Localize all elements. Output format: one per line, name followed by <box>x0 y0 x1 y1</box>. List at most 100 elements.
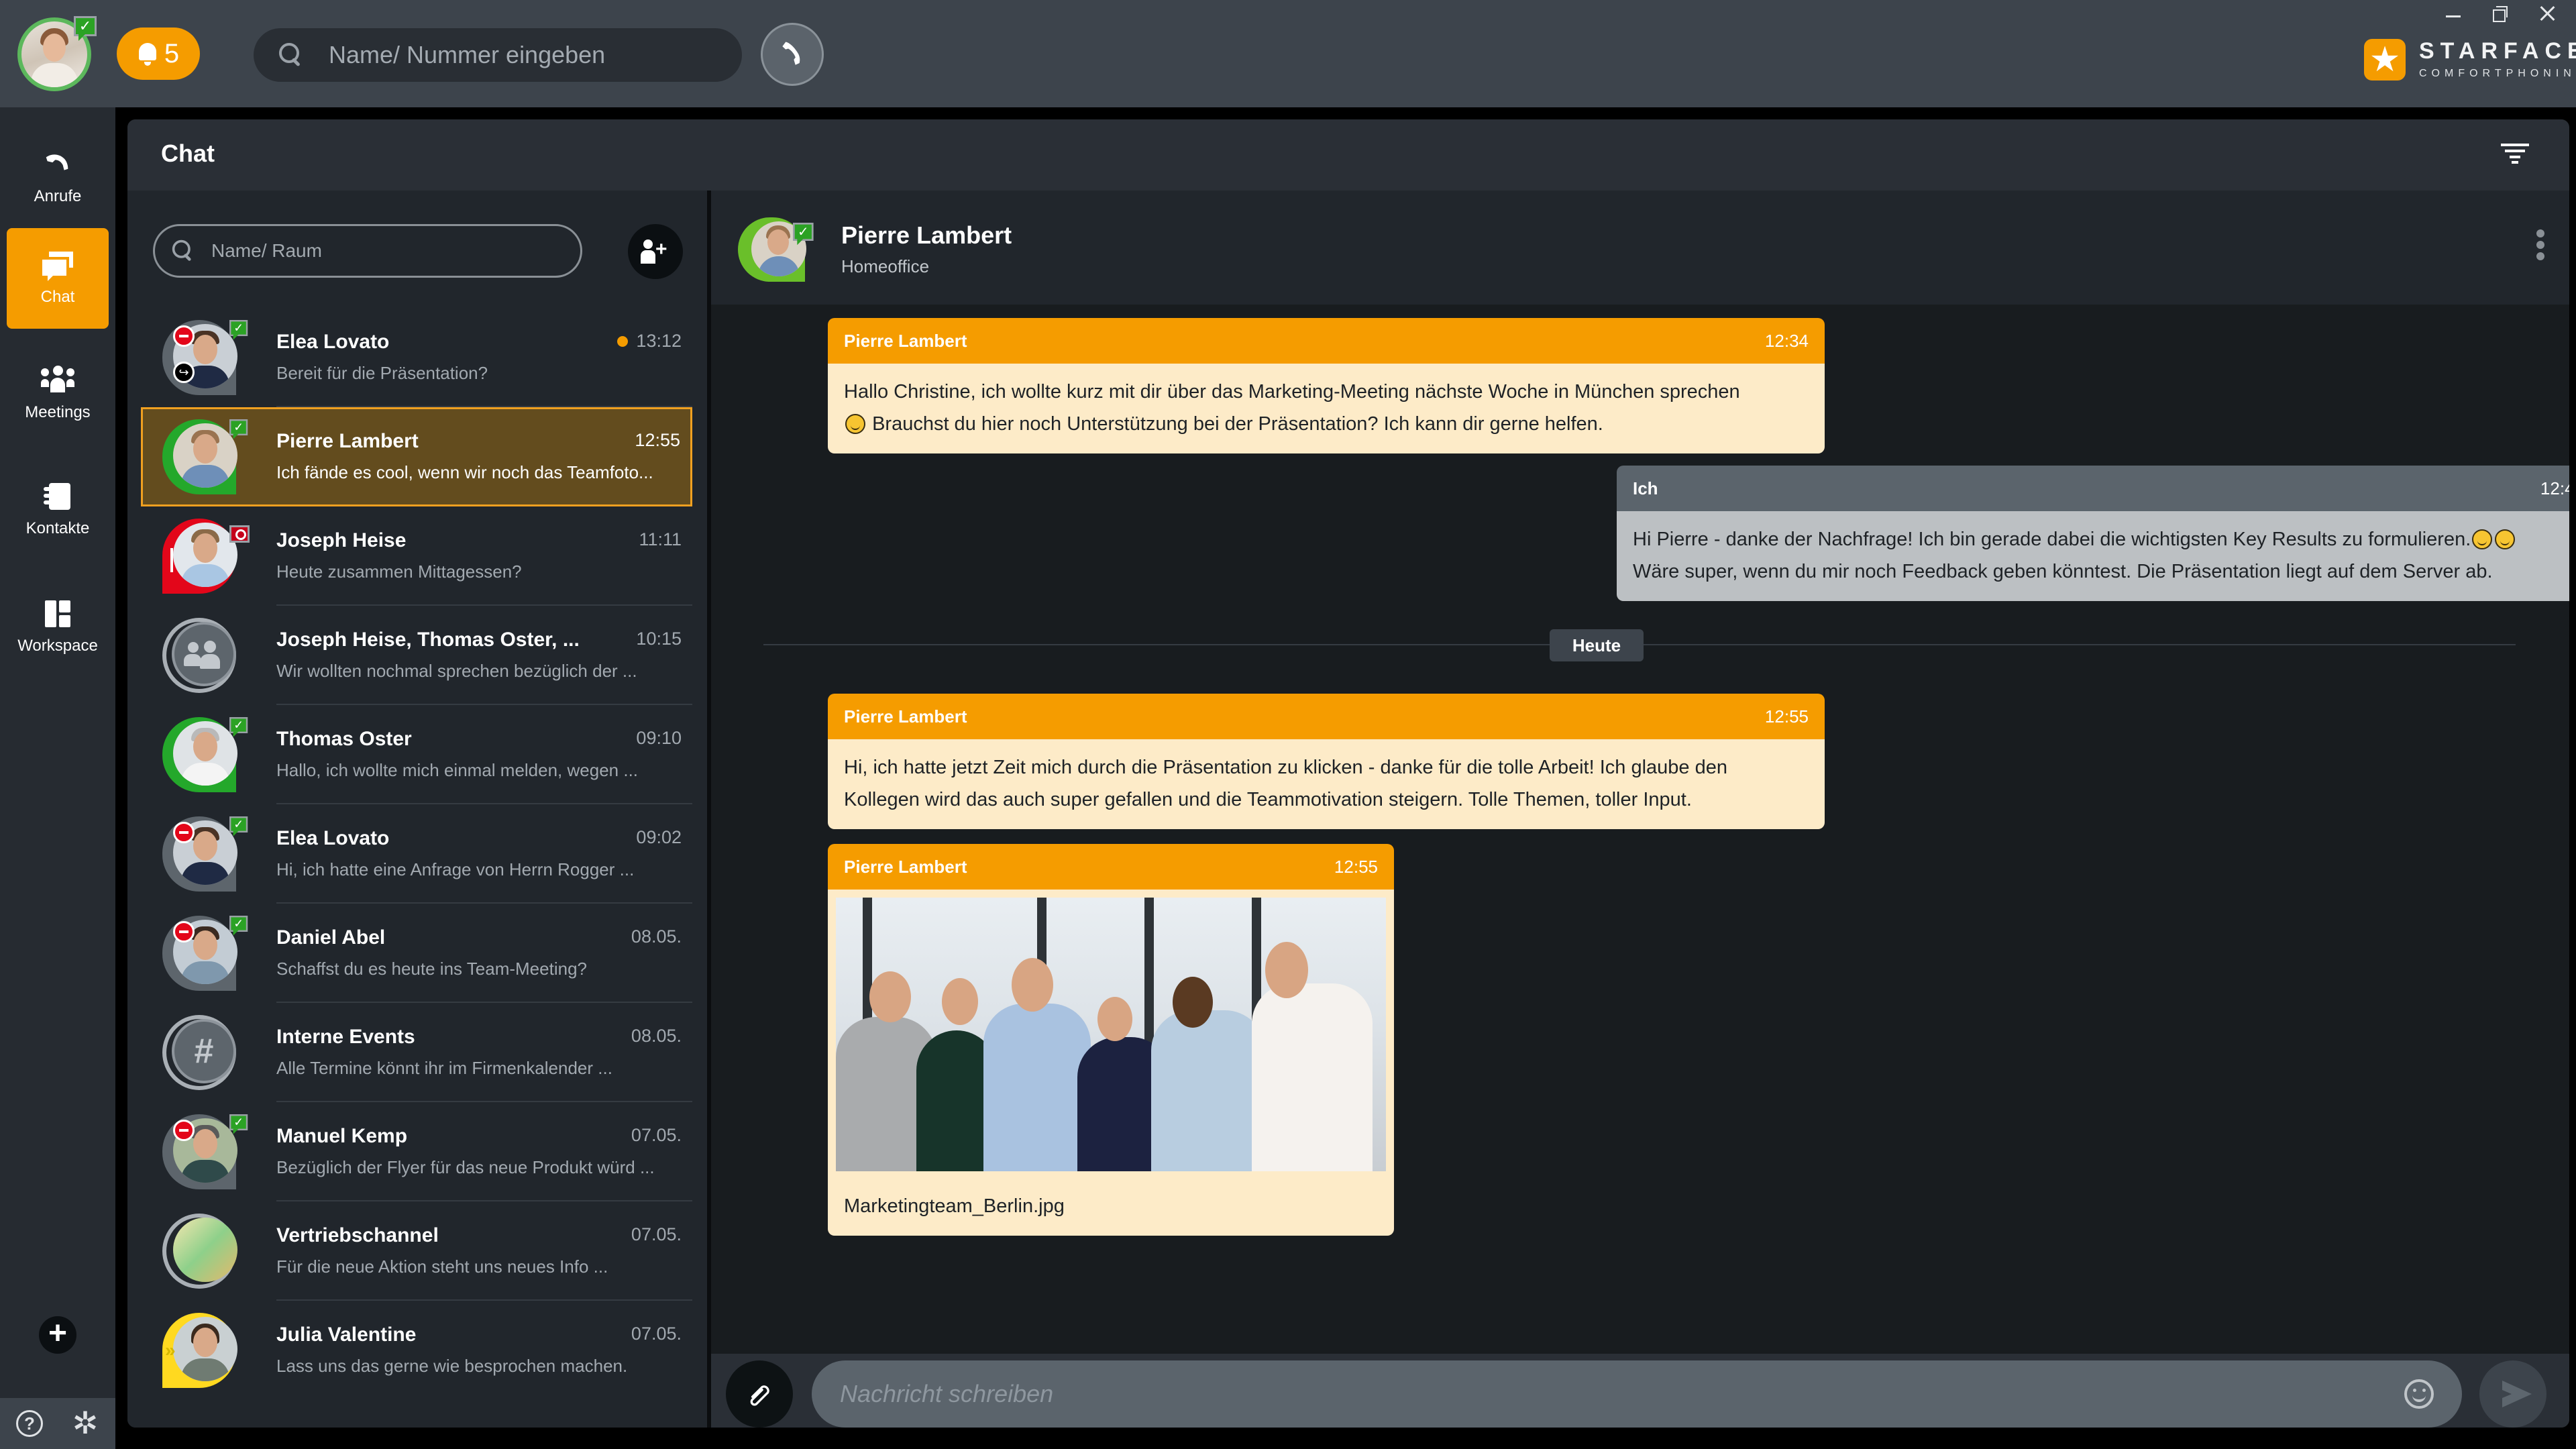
available-status-icon: ✓ <box>229 916 248 936</box>
nav-label: Chat <box>40 288 75 306</box>
minimize-icon[interactable] <box>2446 5 2462 21</box>
conversation-name: Elea Lovato <box>276 331 390 353</box>
nav-label: Workspace <box>17 637 98 655</box>
group-icon <box>172 622 236 686</box>
restore-icon[interactable] <box>2493 5 2509 22</box>
conversation-search[interactable] <box>153 224 582 278</box>
conversation-view: ✓ Pierre Lambert Homeoffice Pierre Lambe… <box>711 191 2569 1428</box>
conversation-item-selected[interactable]: ✓ Pierre Lambert 12:55 Ich fände es cool… <box>141 407 692 506</box>
call-button[interactable] <box>761 23 824 86</box>
message-time: 12:47 <box>2540 478 2569 498</box>
call-forward-icon: ↪ <box>173 362 195 383</box>
emoji-picker-icon[interactable] <box>2404 1379 2434 1409</box>
message-text: Hi, ich hatte jetzt Zeit mich durch die … <box>844 757 1727 778</box>
available-status-icon: ✓ <box>229 717 248 737</box>
avatar: ✓ <box>162 717 248 792</box>
conversation-item[interactable]: Vertriebschannel 07.05. Für die neue Akt… <box>127 1201 707 1301</box>
available-status-icon: ✓ <box>229 816 248 837</box>
message-input-wrapper[interactable] <box>812 1360 2462 1428</box>
message-bubble: Pierre Lambert 12:34 Hallo Christine, ich… <box>828 318 1825 453</box>
conversation-name: Elea Lovato <box>276 827 390 849</box>
conversation-name: Julia Valentine <box>276 1324 417 1346</box>
help-icon[interactable]: ? <box>16 1410 43 1437</box>
nav-label: Anrufe <box>34 187 82 205</box>
image-message-bubble: Pierre Lambert 12:55 Marketingteam_Berli… <box>828 844 1394 1236</box>
conversation-item[interactable]: # Interne Events 08.05. Alle Termine kön… <box>127 1003 707 1102</box>
nav-kontakte[interactable]: Kontakte <box>7 460 109 560</box>
sweat-smile-emoji-icon <box>2472 529 2493 549</box>
conversation-item[interactable]: Joseph Heise, Thomas Oster, ... 10:15 Wi… <box>127 606 707 705</box>
conversation-item[interactable]: ↪ ✓ Elea Lovato 13:12 Bereit für die Prä… <box>127 308 707 407</box>
message-bubble: Pierre Lambert 12:55 Hi, ich hatte jetzt … <box>828 694 1825 829</box>
message-input[interactable] <box>840 1380 2383 1408</box>
message-time: 12:55 <box>1764 706 1809 727</box>
add-button[interactable]: + <box>39 1316 76 1354</box>
nav-workspace[interactable]: Workspace <box>7 577 109 678</box>
avatar: ✓ <box>162 1114 248 1189</box>
avatar <box>162 1214 248 1289</box>
message-text: Kollegen wird das auch super gefallen un… <box>844 789 1692 810</box>
avatar: » <box>162 1313 248 1388</box>
conversation-name: Joseph Heise <box>276 529 407 551</box>
star-logo-icon: ★ <box>2364 39 2406 80</box>
meetings-icon <box>41 366 74 396</box>
message-sender: Pierre Lambert <box>844 706 967 727</box>
conversation-preview: Alle Termine könnt ihr im Firmenkalender… <box>276 1058 612 1078</box>
conversation-time: 09:02 <box>636 827 682 847</box>
search-icon <box>279 43 303 67</box>
avatar <box>162 519 250 594</box>
conversation-item[interactable]: ✓ Thomas Oster 09:10 Hallo, ich wollte m… <box>127 705 707 804</box>
conversation-name: Thomas Oster <box>276 728 412 750</box>
close-icon[interactable] <box>2540 5 2556 21</box>
avatar: ✓ <box>162 419 248 494</box>
send-button[interactable] <box>2479 1360 2546 1428</box>
available-status-icon: ✓ <box>229 1114 248 1134</box>
peer-avatar[interactable]: ✓ <box>738 217 825 284</box>
chat-panel: Chat + ↪ ✓ Elea Lovato 13: <box>127 119 2569 1428</box>
conversation-name: Pierre Lambert <box>276 430 419 452</box>
global-search[interactable] <box>254 28 742 82</box>
conversation-item[interactable]: ✓ Daniel Abel 08.05. Schaffst du es heut… <box>127 904 707 1003</box>
conversation-item[interactable]: ✓ Manuel Kemp 07.05. Bezüglich der Flyer… <box>127 1102 707 1201</box>
name-number-input[interactable] <box>329 41 704 69</box>
unread-indicator <box>617 335 629 347</box>
more-options-icon[interactable] <box>2536 229 2545 260</box>
page-title: Chat <box>161 140 215 167</box>
do-not-disturb-icon <box>173 325 195 347</box>
conversation-preview: Bezüglich der Flyer für das neue Produkt… <box>276 1157 655 1177</box>
attach-button[interactable] <box>726 1360 793 1428</box>
available-status-icon: ✓ <box>229 320 248 340</box>
gear-icon[interactable]: ✲ <box>70 1407 101 1438</box>
avatar: ✓ <box>162 916 248 991</box>
new-chat-button[interactable]: + <box>628 224 683 279</box>
panel-header: Chat <box>127 119 2569 191</box>
conversation-time: 07.05. <box>631 1224 682 1244</box>
conversation-item[interactable]: ✓ Elea Lovato 09:02 Hi, ich hatte eine A… <box>127 804 707 904</box>
nav-anrufe[interactable]: Anrufe <box>7 127 109 228</box>
nav-chat[interactable]: Chat <box>7 228 109 329</box>
notifications-button[interactable]: 5 <box>117 28 200 80</box>
message-sender: Pierre Lambert <box>844 856 967 877</box>
conversation-item[interactable]: » Julia Valentine 07.05. Lass uns das ge… <box>127 1301 707 1400</box>
filter-icon[interactable] <box>2501 144 2529 164</box>
brand-logo: ★ STARFACE COMFORTPHONING <box>2364 38 2576 81</box>
team-photo-image[interactable] <box>836 898 1386 1171</box>
conversation-time: 07.05. <box>631 1125 682 1145</box>
nav-meetings[interactable]: Meetings <box>7 343 109 444</box>
top-bar: ✓ 5 ★ STARFACE COMFORTPHONING <box>0 0 2576 107</box>
conversation-item[interactable]: Joseph Heise 11:11 Heute zusammen Mittag… <box>127 506 707 606</box>
conversation-preview: Schaffst du es heute ins Team-Meeting? <box>276 959 587 979</box>
message-sender: Ich <box>1633 478 1658 498</box>
available-status-icon: ✓ <box>793 223 814 246</box>
message-text: Wäre super, wenn du mir noch Feedback ge… <box>1633 561 2493 582</box>
conversation-name: Joseph Heise, Thomas Oster, ... <box>276 629 580 651</box>
nav-label: Kontakte <box>25 519 90 537</box>
away-status-icon <box>229 525 250 543</box>
hashtag-channel-icon: # <box>172 1019 236 1083</box>
attachment-filename[interactable]: Marketingteam_Berlin.jpg <box>836 1171 1386 1226</box>
name-room-input[interactable] <box>211 240 560 262</box>
money-channel-image <box>173 1218 237 1282</box>
conversation-preview: Für die neue Aktion steht uns neues Info… <box>276 1256 608 1277</box>
message-time: 12:55 <box>1334 856 1378 877</box>
message-list: Pierre Lambert 12:34 Hallo Christine, ich… <box>711 305 2569 1428</box>
